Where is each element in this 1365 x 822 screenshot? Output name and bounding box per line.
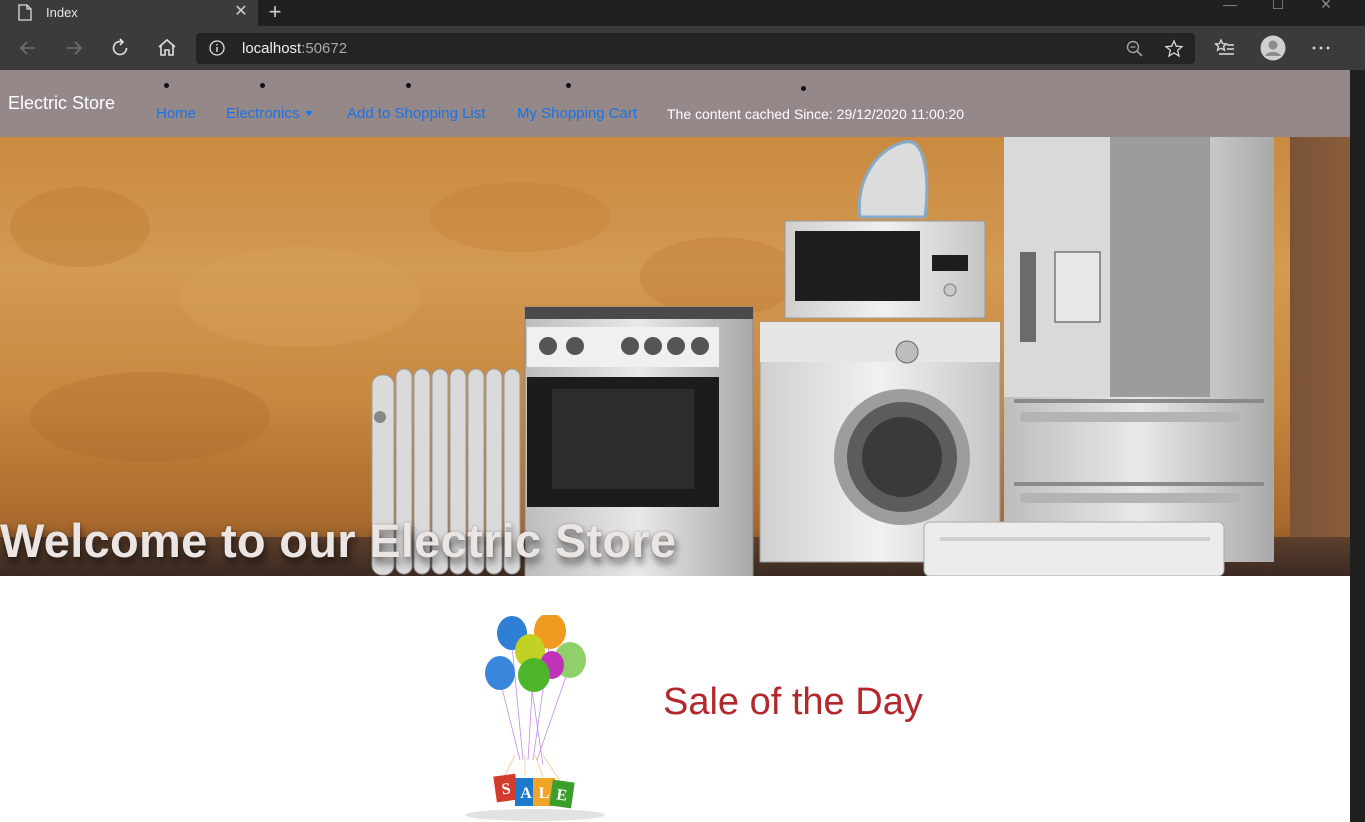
zoom-icon[interactable] [1125, 39, 1145, 59]
browser-tab[interactable]: Index ✕ [0, 0, 258, 26]
refresh-icon[interactable] [108, 36, 132, 60]
nav-home-link[interactable]: Home [156, 105, 196, 122]
profile-icon[interactable] [1260, 35, 1286, 61]
url-text: localhost:50672 [242, 40, 348, 57]
home-icon[interactable] [155, 36, 179, 60]
window-close-icon[interactable]: ✕ [1318, 0, 1334, 12]
list-bullet [801, 86, 806, 91]
list-bullet [260, 83, 265, 88]
sale-title: Sale of the Day [663, 681, 923, 723]
more-icon[interactable] [1309, 36, 1333, 60]
site-navbar: Electric Store Home Electronics Add to S… [0, 70, 1350, 137]
forward-icon[interactable] [62, 36, 86, 60]
bag-letter-a: A [520, 785, 532, 802]
hero-title: Welcome to our Electric Store [0, 514, 677, 567]
list-bullet [566, 83, 571, 88]
page-icon [18, 4, 32, 21]
list-bullet [406, 83, 411, 88]
browser-toolbar: localhost:50672 [0, 26, 1365, 70]
list-bullet [164, 83, 169, 88]
new-tab-icon[interactable]: + [264, 1, 286, 23]
favorites-list-icon[interactable] [1213, 36, 1237, 60]
tab-title: Index [46, 5, 78, 20]
window-edge [1350, 70, 1365, 822]
minimize-icon[interactable]: — [1222, 0, 1238, 12]
site-brand[interactable]: Electric Store [8, 93, 115, 114]
sale-balloons-image: S A L E [465, 615, 605, 821]
bag-letter-l: L [539, 785, 550, 802]
hero-banner: Welcome to our Electric Store [0, 137, 1350, 576]
browser-tab-bar: Index ✕ + — ☐ ✕ [0, 0, 1365, 26]
nav-add-to-list-link[interactable]: Add to Shopping List [347, 105, 485, 122]
nav-cart-link[interactable]: My Shopping Cart [517, 105, 637, 122]
caret-down-icon [305, 110, 314, 116]
cache-timestamp: The content cached Since: 29/12/2020 11:… [667, 106, 965, 122]
page-viewport: Electric Store Home Electronics Add to S… [0, 70, 1350, 822]
appliances-image [371, 137, 1274, 576]
back-icon[interactable] [16, 36, 40, 60]
maximize-icon[interactable]: ☐ [1270, 0, 1286, 12]
info-icon[interactable] [209, 40, 225, 56]
favorite-star-icon[interactable] [1164, 39, 1184, 59]
close-tab-icon[interactable]: ✕ [232, 3, 250, 21]
nav-electronics-label: Electronics [226, 105, 300, 122]
address-bar[interactable]: localhost:50672 [196, 33, 1195, 64]
nav-electronics-dropdown[interactable]: Electronics [226, 105, 314, 122]
